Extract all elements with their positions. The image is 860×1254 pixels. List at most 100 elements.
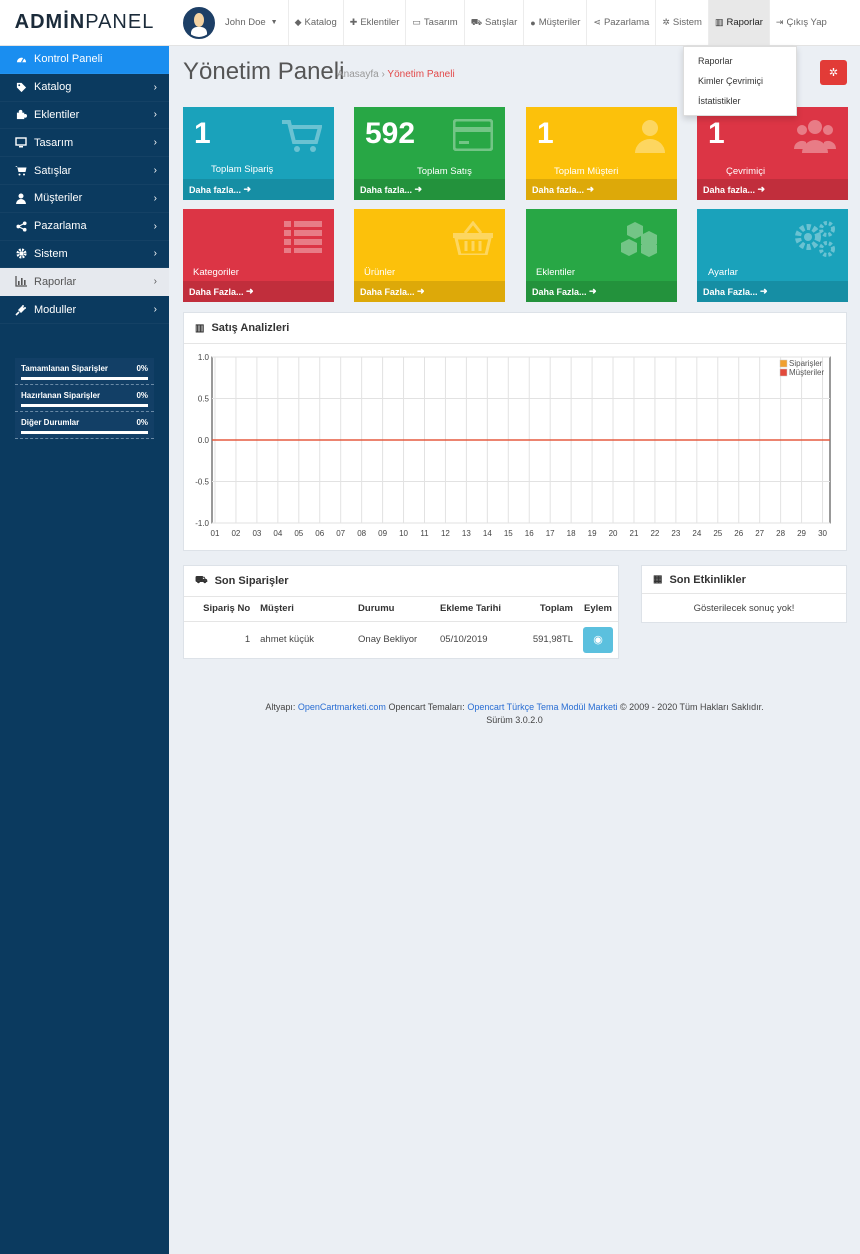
more-link[interactable]: Daha Fazla... ➜ [183, 281, 334, 302]
view-order-button[interactable]: ◉ [583, 626, 613, 653]
reports-dropdown: Raporlar Kimler Çevrimiçi İstatistikler [683, 46, 797, 116]
more-link[interactable]: Daha Fazla... ➜ [354, 281, 505, 302]
more-link[interactable]: Daha fazla... ➜ [354, 179, 505, 200]
y-tick-label: -0.5 [195, 478, 209, 487]
nav-katalog[interactable]: ◆ Katalog [287, 0, 343, 45]
legend-swatch [779, 368, 788, 377]
x-tick-label: 12 [441, 529, 450, 538]
tile-total-orders: 1 Toplam Sipariş Daha fazla... ➜ [183, 107, 334, 200]
nav-raporlar[interactable]: ▥ Raporlar [707, 0, 769, 45]
x-tick-label: 18 [567, 529, 576, 538]
share-icon [15, 221, 27, 232]
x-tick-label: 07 [336, 529, 345, 538]
stat-preparing: Hazırlanan Siparişler 0% [15, 384, 154, 412]
nav-sistem[interactable]: ✲ Sistem [655, 0, 708, 45]
breadcrumb-current: Yönetim Paneli [387, 69, 455, 80]
puzzle-icon: ✚ [349, 17, 358, 27]
sidebar-menu: Kontrol Paneli Katalog › Eklentiler › Tasa… [0, 46, 169, 324]
x-tick-label: 11 [420, 529, 429, 538]
x-tick-label: 17 [546, 529, 555, 538]
x-tick-label: 05 [294, 529, 303, 538]
sales-chart: 1.0 0.5 0.0 -0.5 -1.0 01 02 03 04 05 06 07 08 09 10 11… [195, 353, 831, 538]
sidebar-item-tasarim[interactable]: Tasarım › [0, 129, 169, 158]
footer-link-opencartmarketi[interactable]: OpenCartmarketi.com [298, 702, 386, 712]
arrow-circle-right-icon: ➜ [589, 286, 597, 296]
chevron-right-icon: › [153, 304, 157, 316]
dropdown-item-who-online[interactable]: Kimler Çevrimiçi [684, 71, 796, 91]
eye-icon: ◉ [593, 634, 603, 647]
sidebar-item-label: Moduller [34, 303, 77, 316]
more-link[interactable]: Daha Fazla... ➜ [526, 281, 677, 302]
brand-logo[interactable]: ADMİN PANEL [0, 0, 169, 46]
tile-total-sales: 592 Toplam Satış Daha fazla... ➜ [354, 107, 505, 200]
nav-logout[interactable]: ⇥ Çıkış Yap [768, 0, 833, 45]
top-navbar: John Doe ▼ ◆ Katalog ✚ Eklentiler ▭ Tasarım … [169, 0, 860, 46]
sidebar-item-label: Eklentiler [34, 108, 80, 121]
legend-label: Müşteriler [789, 368, 824, 377]
sidebar-item-sistem[interactable]: Sistem › [0, 241, 169, 269]
tile-products: Ürünler Daha Fazla... ➜ [354, 209, 505, 302]
more-link[interactable]: Daha fazla... ➜ [526, 179, 677, 200]
recent-orders-panel: ⛟ Son Siparişler Sipariş No Müşteri Durum… [183, 565, 619, 659]
breadcrumb-home[interactable]: Anasayfa [337, 69, 379, 80]
footer: Altyapı: OpenCartmarketi.com Opencart Te… [169, 701, 860, 727]
x-tick-label: 19 [588, 529, 597, 538]
panel-title: Son Etkinlikler [669, 573, 746, 586]
x-tick-label: 24 [692, 529, 701, 538]
bar-chart-icon: ▥ [195, 322, 205, 334]
cart-icon [15, 165, 27, 176]
more-link[interactable]: Daha Fazla... ➜ [697, 281, 848, 302]
nav-musteriler[interactable]: ● Müşteriler [523, 0, 586, 45]
sidebar-item-musteriler[interactable]: Müşteriler › [0, 185, 169, 213]
sidebar-item-label: Pazarlama [34, 220, 87, 233]
x-tick-label: 29 [797, 529, 806, 538]
sidebar: ADMİN PANEL Kontrol Paneli Katalog › Ekle… [0, 0, 169, 1254]
more-link[interactable]: Daha fazla... ➜ [183, 179, 334, 200]
orders-table: Sipariş No Müşteri Durumu Ekleme Tarihi … [184, 597, 618, 658]
nav-satislar[interactable]: ⛟ Satışlar [463, 0, 524, 45]
version-text: Sürüm 3.0.2.0 [486, 715, 543, 725]
sidebar-item-pazarlama[interactable]: Pazarlama › [0, 213, 169, 241]
chevron-right-icon: › [153, 220, 157, 232]
user-icon [635, 120, 665, 153]
x-tick-label: 20 [609, 529, 618, 538]
sidebar-item-eklentiler[interactable]: Eklentiler › [0, 102, 169, 130]
arrow-circle-right-icon: ➜ [586, 184, 595, 194]
settings-button[interactable]: ✲ [820, 60, 847, 85]
table-row: 1 ahmet küçük Onay Bekliyor 05/10/2019 5… [184, 621, 618, 658]
nav-tasarim[interactable]: ▭ Tasarım [405, 0, 463, 45]
sidebar-item-label: Katalog [34, 81, 72, 94]
arrow-circle-right-icon: ➜ [243, 184, 252, 194]
dropdown-item-reports[interactable]: Raporlar [684, 51, 796, 71]
user-icon: ● [530, 17, 536, 28]
x-tick-label: 02 [231, 529, 240, 538]
column-header: Ekleme Tarihi [435, 597, 521, 622]
user-menu[interactable]: John Doe ▼ [169, 0, 288, 45]
sidebar-item-moduller[interactable]: Moduller › [0, 296, 169, 324]
column-header: Toplam [520, 597, 578, 622]
nav-pazarlama[interactable]: ⋖ Pazarlama [586, 0, 655, 45]
sidebar-item-kontrol-paneli[interactable]: Kontrol Paneli [0, 46, 169, 74]
cart-icon: ⛟ [470, 16, 483, 27]
sidebar-item-satislar[interactable]: Satışlar › [0, 157, 169, 185]
nav-eklentiler[interactable]: ✚ Eklentiler [342, 0, 406, 45]
tile-settings: Ayarlar Daha Fazla... ➜ [697, 209, 848, 302]
cart-icon: ⛟ [195, 574, 208, 586]
dropdown-item-statistics[interactable]: İstatistikler [684, 91, 796, 111]
monitor-icon: ▭ [412, 17, 421, 27]
avatar [183, 6, 215, 39]
caret-down-icon: ▼ [270, 19, 278, 26]
sidebar-item-raporlar[interactable]: Raporlar › [0, 268, 169, 297]
sidebar-item-katalog[interactable]: Katalog › [0, 74, 169, 102]
more-link[interactable]: Daha fazla... ➜ [697, 179, 848, 200]
tag-icon [15, 82, 27, 93]
stat-other: Diğer Durumlar 0% [15, 411, 154, 439]
sidebar-item-label: Raporlar [34, 275, 77, 288]
arrow-circle-right-icon: ➜ [414, 184, 423, 194]
y-tick-label: 1.0 [198, 353, 210, 362]
footer-link-theme-market[interactable]: Opencart Türkçe Tema Modül Marketi [467, 702, 617, 712]
gear-icon [15, 248, 27, 260]
x-tick-label: 25 [713, 529, 722, 538]
sidebar-item-label: Kontrol Paneli [34, 53, 103, 66]
x-tick-label: 04 [273, 529, 282, 538]
